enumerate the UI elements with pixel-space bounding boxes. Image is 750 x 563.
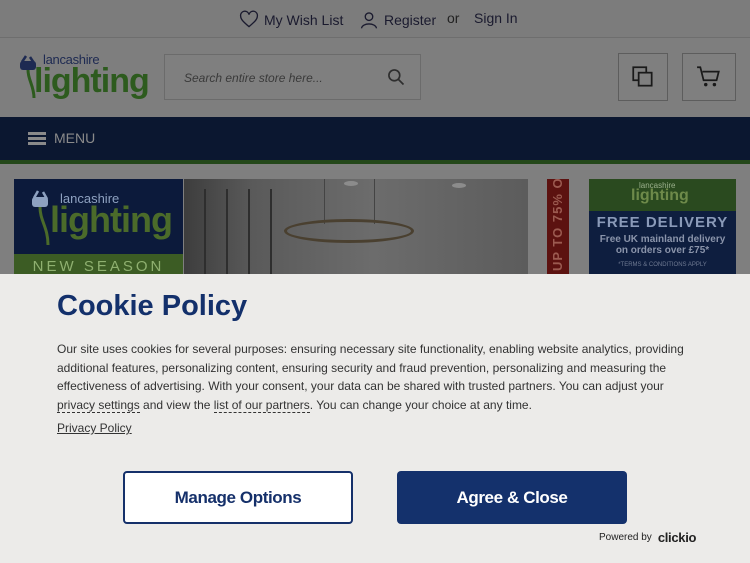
promo-logo-band: lancashire lighting [589,179,736,211]
promo-banner-brand[interactable]: lancashire lighting NEW SEASON [14,179,183,274]
cart-icon [697,66,720,87]
cookie-body-part-2: and view the [139,397,214,412]
free-delivery-line-1: Free UK mainland delivery [599,234,726,245]
promo-sale-strip[interactable]: UP TO 75% OFF [547,179,569,274]
agree-close-button[interactable]: Agree & Close [397,471,627,524]
menu-toggle[interactable]: MENU [28,130,95,146]
heart-icon [239,10,259,28]
cookie-body-part-1: Our site uses cookies for several purpos… [57,342,684,394]
cookie-body: Our site uses cookies for several purpos… [57,340,692,414]
cart-button[interactable] [682,53,736,101]
main-nav: MENU [0,117,750,160]
search-box[interactable]: Search entire store here... [164,54,421,100]
wishlist-link[interactable]: My Wish List [239,10,343,30]
free-delivery-line-2: on orders over £75* [615,245,710,256]
logo-big-text: lighting [34,62,150,100]
free-delivery-title: FREE DELIVERY [596,214,729,231]
or-separator: or [447,10,460,26]
menu-label: MENU [54,130,96,146]
powered-by: Powered by clickio [599,530,696,545]
search-icon[interactable] [386,67,406,87]
signin-link[interactable]: Sign In [474,10,518,26]
compare-button[interactable] [618,53,668,101]
terms-note: *TERMS & CONDITIONS APPLY [618,262,707,268]
promo-right-logo-big: lighting [631,187,689,204]
search-input[interactable]: Search entire store here... [184,71,323,85]
top-bar: My Wish List Register or Sign In [0,0,750,38]
clickio-logo[interactable]: clickio [658,530,697,545]
partners-list-link[interactable]: list of our partners [213,397,310,413]
sale-text: UP TO 75% OFF [550,179,565,271]
cookie-body-part-3: . You can change your choice at any time… [309,397,532,412]
register-label: Register [384,12,437,28]
promo-season: NEW SEASON [14,254,183,274]
site-logo[interactable]: lancashire lighting [12,50,150,102]
privacy-settings-link[interactable]: privacy settings [57,397,140,413]
free-delivery-subtext: Free UK mainland delivery on orders over… [589,234,736,256]
promo-logo-big: lighting [50,199,173,240]
manage-options-button[interactable]: Manage Options [123,471,353,524]
user-icon [360,12,378,29]
cookie-title: Cookie Policy [57,290,248,322]
promo-free-delivery[interactable]: lancashire lighting FREE DELIVERY Free U… [589,179,736,274]
powered-by-label: Powered by [599,532,652,543]
privacy-policy-link[interactable]: Privacy Policy [57,421,132,435]
nav-accent-stripe [0,160,750,164]
wishlist-label: My Wish List [264,12,344,28]
compare-icon [632,66,653,87]
hamburger-icon [28,131,46,145]
cookie-dialog: Cookie Policy Our site uses cookies for … [0,274,750,563]
site-header: lancashire lighting Search entire store … [0,38,750,117]
ceiling-light-image [284,219,414,243]
promo-photo[interactable] [184,179,528,274]
register-link[interactable]: Register [359,10,436,30]
